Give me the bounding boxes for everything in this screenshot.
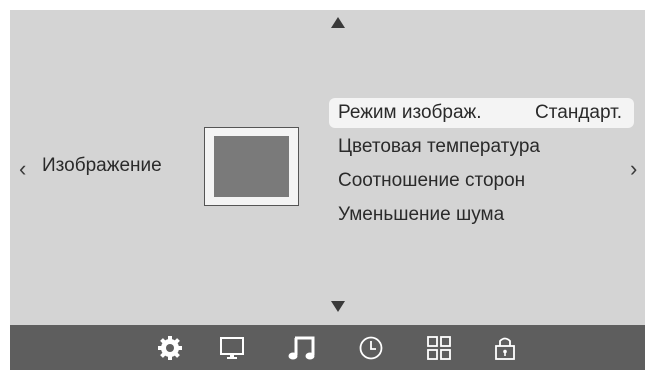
chevron-right-icon[interactable]: › — [630, 158, 637, 180]
category-label: Изображение — [42, 155, 162, 176]
monitor-icon[interactable] — [219, 335, 245, 361]
apps-grid-icon[interactable] — [426, 335, 452, 361]
clock-icon[interactable] — [358, 335, 384, 361]
menu-item-noise-reduction[interactable]: Уменьшение шума — [329, 200, 634, 230]
menu-item-color-temperature[interactable]: Цветовая температура — [329, 132, 634, 162]
menu-item-label: Режим изображ. — [338, 102, 482, 123]
menu-item-label: Уменьшение шума — [338, 204, 505, 225]
menu-item-value: Стандарт. — [535, 102, 622, 123]
tv-menu-screen: ‹ Изображение Режим изображ. Стандарт. Ц… — [10, 10, 645, 370]
music-note-icon[interactable] — [287, 335, 317, 361]
scroll-up-arrow-icon[interactable] — [331, 17, 345, 28]
menu-item-picture-mode[interactable]: Режим изображ. Стандарт. — [329, 98, 634, 128]
menu-item-aspect-ratio[interactable]: Соотношение сторон — [329, 166, 634, 196]
menu-item-label: Цветовая температура — [338, 136, 540, 157]
lock-icon[interactable] — [492, 335, 518, 361]
scroll-down-arrow-icon[interactable] — [331, 301, 345, 312]
settings-gear-icon[interactable] — [157, 335, 183, 361]
menu-item-label: Соотношение сторон — [338, 170, 526, 191]
bottom-menu-bar — [10, 325, 645, 370]
chevron-left-icon[interactable]: ‹ — [19, 158, 26, 180]
picture-preview-icon — [204, 127, 299, 206]
